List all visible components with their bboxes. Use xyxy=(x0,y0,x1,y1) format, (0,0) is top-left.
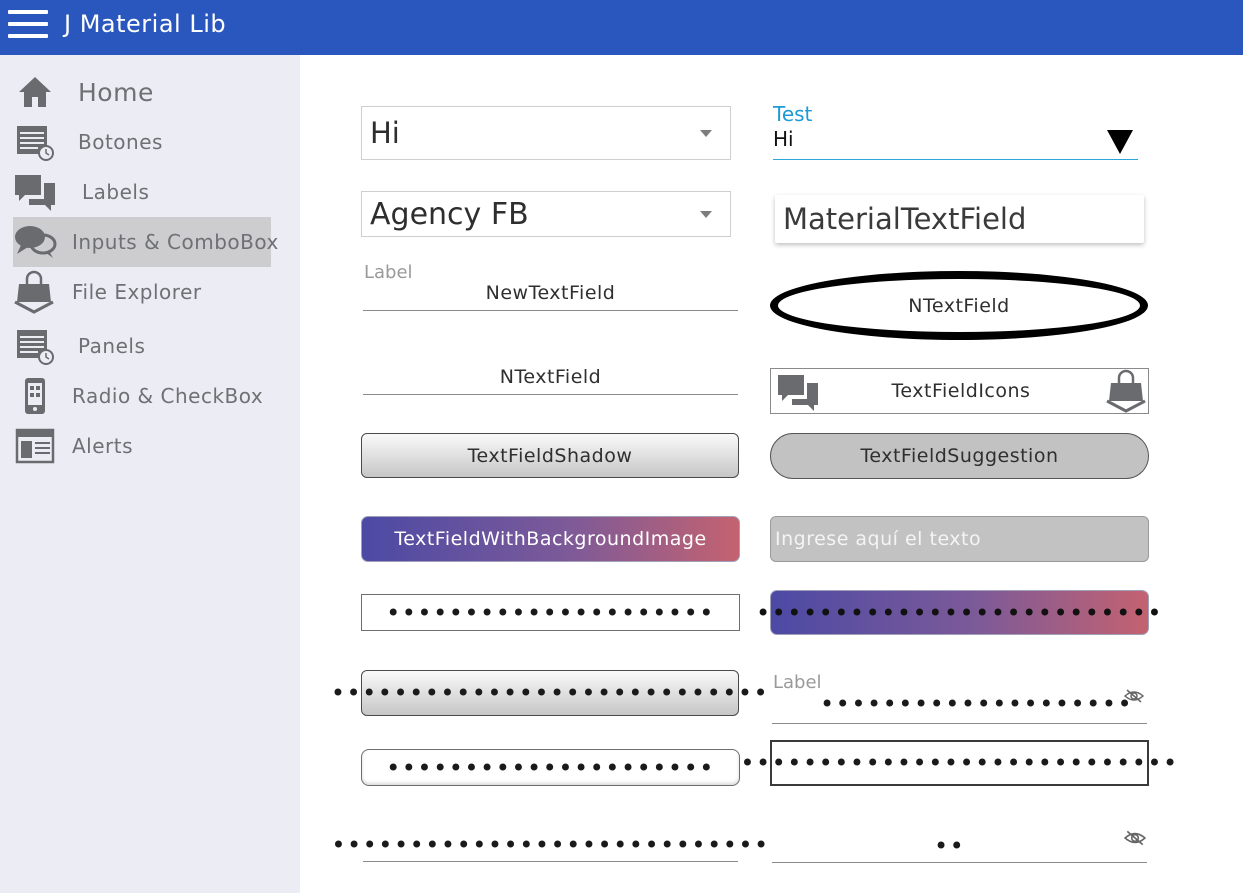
home-icon xyxy=(13,70,57,114)
sidebar-item-home[interactable]: Home xyxy=(13,67,271,117)
sidebar-item-label: Panels xyxy=(78,334,146,358)
sidebar-item-panels[interactable]: Panels xyxy=(13,321,271,371)
sidebar-item-alerts[interactable]: Alerts xyxy=(13,421,271,471)
dropdown-arrow-icon[interactable] xyxy=(700,210,712,218)
password-mask: ••••••••••••••••••••• xyxy=(386,598,715,627)
sidebar-item-label: Botones xyxy=(78,130,163,154)
dropdown-arrow-icon[interactable] xyxy=(700,129,712,137)
combo-box-font[interactable]: Agency FB xyxy=(361,191,731,237)
chat-icon xyxy=(13,170,57,214)
sidebar-item-label: Radio & CheckBox xyxy=(72,384,264,408)
shopping-bag-icon xyxy=(13,270,57,314)
combo-box-hi[interactable]: Hi xyxy=(361,106,731,160)
password-mask: ••••••••••••••••••••• xyxy=(386,753,715,782)
ntextfield-line[interactable]: NTextField xyxy=(363,360,738,395)
sidebar-item-label: File Explorer xyxy=(72,280,202,304)
password-mask: •••••••••••••••••••• xyxy=(820,690,1134,718)
eye-off-icon[interactable] xyxy=(1123,688,1145,708)
sidebar-item-label: Alerts xyxy=(72,434,134,458)
speech-bubbles-icon xyxy=(13,220,57,264)
password-mask: •••••••••••••••••••••••••• xyxy=(755,598,1164,627)
password-field-eye[interactable]: •• xyxy=(772,822,1147,863)
dropdown-arrow-icon[interactable] xyxy=(1107,130,1133,154)
ntextfield-oval[interactable]: NTextField xyxy=(770,271,1148,340)
new-text-field[interactable]: Label NewTextField xyxy=(363,258,738,311)
material-combo-label: Test xyxy=(773,102,813,126)
sidebar-item-botones[interactable]: Botones xyxy=(13,117,271,167)
calendar-clock-icon xyxy=(13,120,57,164)
text-field-with-background-image[interactable]: TextFieldWithBackgroundImage xyxy=(361,516,740,562)
hamburger-menu-icon[interactable] xyxy=(8,9,48,39)
password-field-gradient[interactable]: •••••••••••••••••••••••••• xyxy=(756,590,1162,635)
sidebar-item-inputs-combobox[interactable]: Inputs & ComboBox xyxy=(13,217,278,267)
material-combo-value: Hi xyxy=(773,127,794,151)
text-field-suggestion[interactable]: TextFieldSuggestion xyxy=(770,433,1149,479)
sidebar-item-label: Labels xyxy=(82,180,150,204)
sidebar-item-label: Home xyxy=(78,77,154,107)
shopping-bag-icon xyxy=(1105,369,1149,417)
password-mask: •••••••••••••••••••••••••••• xyxy=(330,679,770,707)
chat-icon xyxy=(775,371,821,417)
text-field-value: NewTextField xyxy=(485,282,616,304)
combo-value: Hi xyxy=(370,116,400,150)
text-field-shadow[interactable]: TextFieldShadow xyxy=(361,433,739,478)
text-field-value: TextFieldIcons xyxy=(891,379,1031,402)
sidebar-item-radio-checkbox[interactable]: Radio & CheckBox xyxy=(13,371,271,421)
sidebar-item-labels[interactable]: Labels xyxy=(13,167,271,217)
app-title: J Material Lib xyxy=(64,10,227,38)
password-mask: •••••••••••••••••••••••••••• xyxy=(331,831,770,859)
mobile-phone-icon xyxy=(13,374,57,418)
eye-off-icon[interactable] xyxy=(1123,829,1147,851)
password-mask: •••••••••••••••••••••••••••• xyxy=(740,749,1179,777)
password-field-bordered[interactable]: •••••••••••••••••••••••••••• xyxy=(740,740,1177,786)
password-field-labeled[interactable]: Label •••••••••••••••••••• xyxy=(772,668,1147,724)
password-field-rounded[interactable]: ••••••••••••••••••••• xyxy=(361,749,740,786)
password-field-shadow[interactable]: •••••••••••••••••••••••••••• xyxy=(331,670,768,716)
placeholder-text-field[interactable]: Ingrese aquí el texto xyxy=(770,516,1149,562)
material-text-field[interactable]: MaterialTextField xyxy=(775,195,1144,243)
password-mask: •• xyxy=(934,832,966,860)
floating-label: Label xyxy=(364,262,413,283)
calendar-clock-icon xyxy=(13,324,57,368)
browser-window-icon xyxy=(13,424,57,468)
combo-value: Agency FB xyxy=(370,196,529,232)
sidebar-item-label: Inputs & ComboBox xyxy=(72,230,279,254)
sidebar-item-file-explorer[interactable]: File Explorer xyxy=(13,267,271,317)
password-field[interactable]: ••••••••••••••••••••• xyxy=(361,594,740,631)
material-combo-box[interactable]: Test Hi xyxy=(773,100,1138,160)
password-field-line[interactable]: •••••••••••••••••••••••••••• xyxy=(331,828,768,862)
text-field-icons[interactable]: TextFieldIcons xyxy=(770,368,1149,414)
floating-label: Label xyxy=(773,672,822,693)
